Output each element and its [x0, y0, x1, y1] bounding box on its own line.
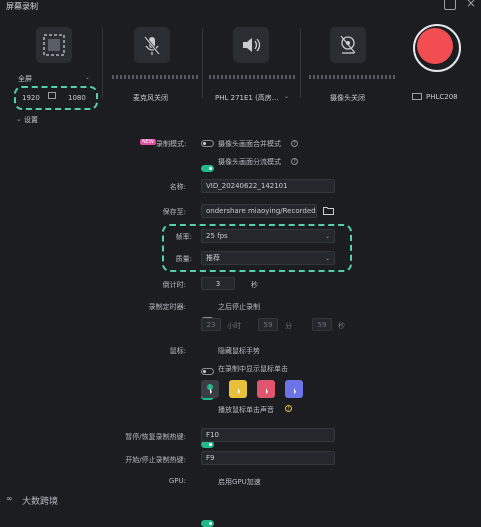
collapse-chevron-icon[interactable]: ⌄	[16, 115, 22, 123]
pin-icon[interactable]	[444, 0, 456, 10]
click-sound-label: 播放鼠标单击声音	[218, 406, 274, 414]
start-hotkey-label: 开始/停止录制热键:	[125, 456, 186, 464]
timer-toggle-label: 之后停止录制	[218, 303, 260, 311]
divider	[202, 28, 203, 98]
warning-icon: !	[285, 405, 292, 412]
pause-hotkey-label: 暂停/恢复录制热键:	[125, 433, 186, 441]
speaker-value: PHL 271E1 (高房...	[215, 94, 279, 102]
seconds-input[interactable]: 59	[312, 318, 332, 331]
record-mode-label: 录制模式:	[156, 140, 187, 148]
countdown-unit: 秒	[251, 281, 258, 289]
name-input[interactable]: VID_20240622_142101	[201, 179, 335, 193]
frame-rate-label: 帧率:	[175, 233, 192, 241]
click-sound-toggle[interactable]	[201, 441, 214, 448]
monitor-label: PHLC208	[426, 93, 458, 101]
height-input[interactable]: 1080	[68, 94, 86, 102]
folder-icon[interactable]	[323, 206, 334, 215]
chevron-down-icon: ⌄	[324, 254, 330, 262]
hours-input[interactable]: 23	[201, 318, 221, 331]
countdown-label: 倒计时:	[162, 281, 186, 289]
camera-preview-bar	[309, 75, 395, 79]
frame-rate-select[interactable]: 25 fps ⌄	[201, 229, 335, 243]
gpu-toggle-label: 启用GPU加速	[218, 478, 261, 486]
fullscreen-icon	[43, 34, 65, 56]
merge-mode-label: 摄像头画面合并模式	[218, 140, 281, 148]
camera-off-icon	[340, 35, 356, 54]
chevron-down-icon: ⌄	[324, 232, 330, 240]
hide-cursor-label: 隐藏鼠标手势	[218, 347, 260, 355]
divider	[102, 28, 103, 98]
camera-label: 摄像头关闭	[330, 94, 365, 102]
speaker-icon	[243, 38, 261, 52]
countdown-input[interactable]: 3	[201, 277, 235, 290]
cursor-icon	[291, 384, 297, 394]
gpu-toggle[interactable]	[201, 520, 214, 527]
cursor-color-option[interactable]	[285, 380, 303, 398]
hide-cursor-toggle[interactable]	[201, 368, 214, 375]
split-mode-toggle[interactable]	[201, 165, 214, 172]
speaker-level-meter	[209, 75, 295, 79]
cursor-color-option[interactable]	[229, 380, 247, 398]
cursor-icon	[263, 384, 269, 394]
mic-label: 麦克风关闭	[133, 94, 168, 102]
width-input[interactable]: 1920	[22, 94, 40, 102]
split-mode-label: 摄像头画面分流模式	[218, 158, 281, 166]
mic-level-meter	[112, 75, 198, 79]
chevron-down-icon: ⌄	[84, 74, 90, 81]
gpu-label: GPU:	[168, 477, 186, 485]
close-icon[interactable]: ×	[466, 0, 476, 10]
minutes-unit: 分	[285, 322, 292, 330]
microphone-off-icon	[144, 36, 160, 55]
chevron-down-icon: ⌄	[283, 93, 289, 100]
cursor-color-option[interactable]	[257, 380, 275, 398]
cursor-color-option[interactable]	[201, 380, 219, 398]
divider	[300, 28, 301, 98]
cursor-icon	[235, 384, 241, 394]
hours-unit: 小时	[227, 322, 241, 330]
start-hotkey-input[interactable]: F9	[201, 451, 335, 465]
new-badge: NEW	[140, 139, 156, 145]
microphone-button[interactable]	[134, 27, 170, 63]
name-label: 名称:	[169, 183, 186, 191]
record-dot-icon	[417, 28, 453, 64]
quality-select[interactable]: 推荐 ⌄	[201, 251, 335, 265]
quality-value: 推荐	[206, 254, 220, 262]
camera-button[interactable]	[330, 27, 366, 63]
screen-mode-value: 全屏	[18, 75, 32, 83]
watermark-text: 大数跨境	[22, 497, 59, 507]
mouse-label: 鼠标:	[169, 347, 186, 355]
show-clicks-label: 在录制中显示鼠标单击	[218, 365, 288, 373]
screen-mode-select[interactable]: 全屏 ⌄	[18, 74, 90, 84]
window-title: 屏幕录制	[6, 2, 38, 11]
pause-hotkey-input[interactable]: F10	[201, 428, 335, 442]
frame-rate-value: 25 fps	[206, 232, 228, 240]
minutes-input[interactable]: 59	[258, 318, 278, 331]
quality-label: 质量:	[175, 255, 192, 263]
watermark-logo-icon: ∞	[6, 494, 13, 503]
link-ratio-icon[interactable]	[48, 92, 56, 99]
settings-title: 设置	[24, 116, 38, 124]
seconds-unit: 秒	[338, 322, 345, 330]
help-icon[interactable]: ?	[291, 158, 298, 165]
merge-mode-toggle[interactable]	[201, 140, 214, 147]
screen-capture-button[interactable]	[36, 27, 72, 63]
cursor-icon	[207, 384, 213, 394]
speaker-select[interactable]: PHL 271E1 (高房... ⌄	[215, 93, 289, 103]
timer-label: 录制定时器:	[148, 303, 186, 311]
monitor-icon	[412, 93, 422, 100]
save-path-input[interactable]: ondershare miaoying/Recorded	[201, 204, 317, 218]
save-to-label: 保存至:	[162, 208, 186, 216]
speaker-button[interactable]	[233, 27, 269, 63]
help-icon[interactable]: ?	[291, 140, 298, 147]
